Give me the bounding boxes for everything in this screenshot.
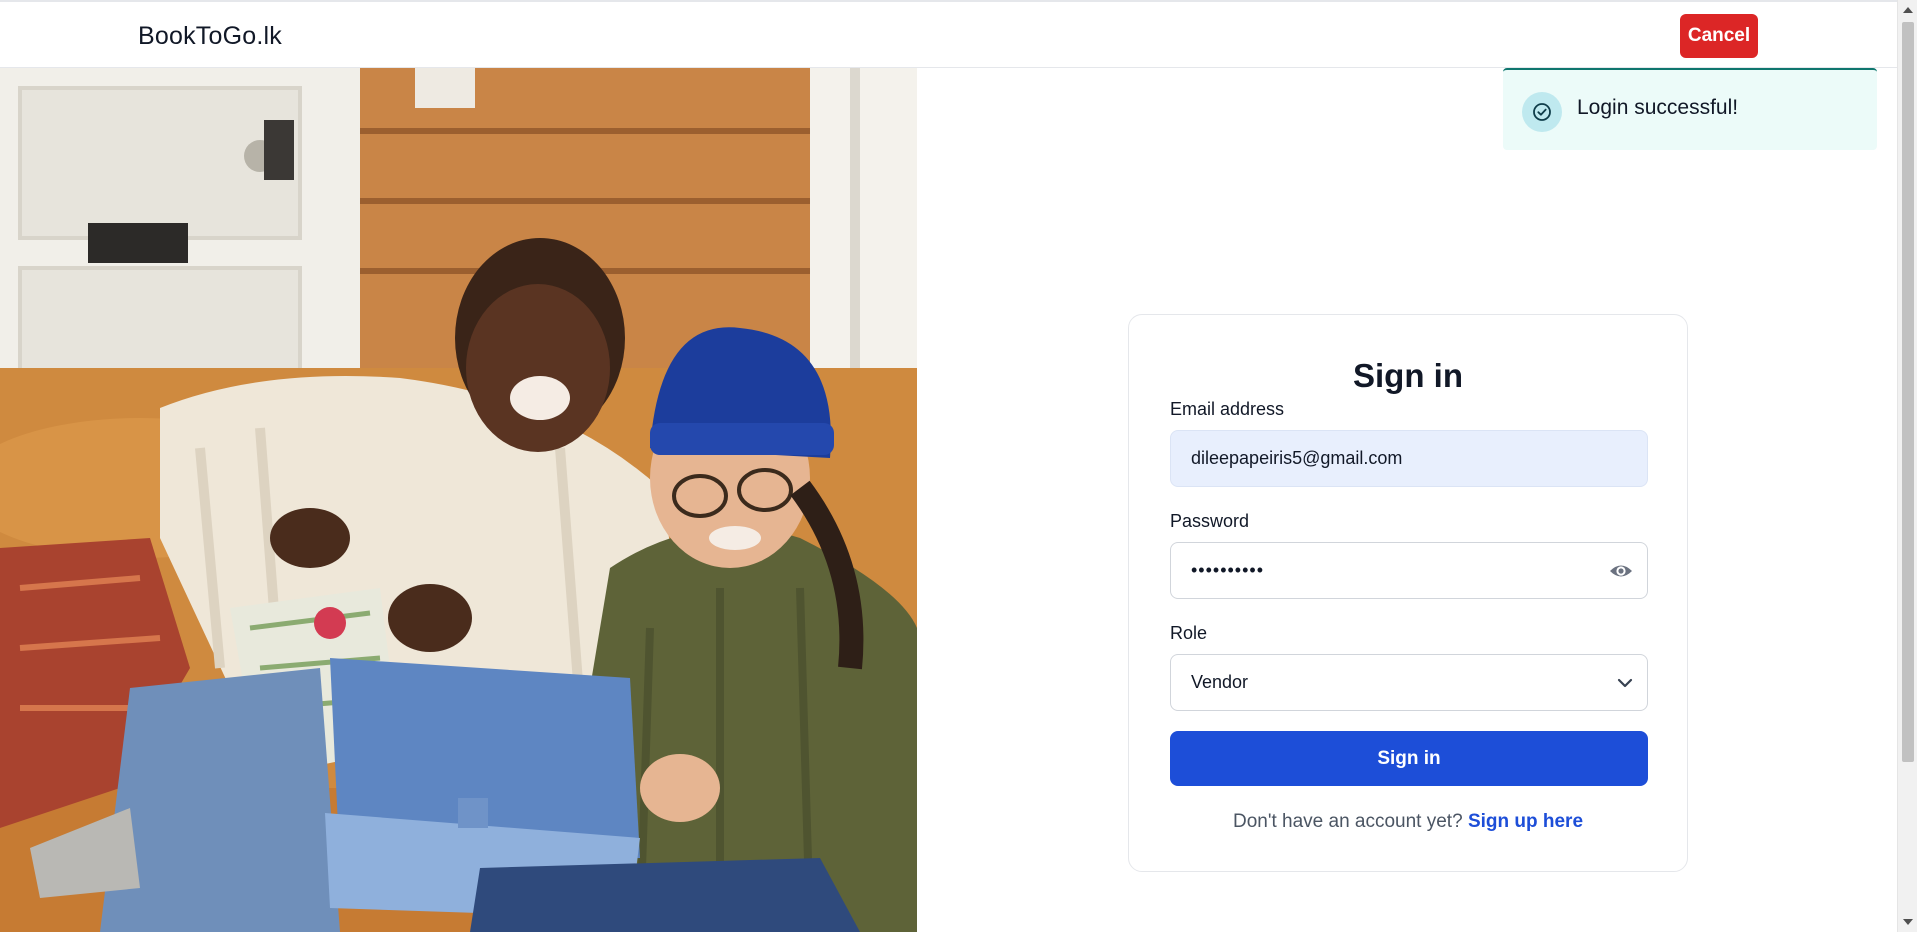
signup-prompt: Don't have an account yet? Sign up here [1129, 811, 1687, 833]
hero-photo-illustration [0, 68, 917, 932]
login-page: BookToGo.lk Cancel Login successful! Sig… [0, 0, 1917, 932]
page-scrollbar[interactable] [1897, 0, 1917, 932]
email-label: Email address [1170, 399, 1285, 419]
toast-message: Login successful! [1577, 96, 1739, 119]
signin-card: Sign in Email address Password Role Vend… [1128, 314, 1688, 872]
top-navbar: BookToGo.lk Cancel [0, 0, 1897, 68]
signin-title: Sign in [1353, 357, 1463, 394]
scroll-down-arrow-icon[interactable] [1903, 919, 1913, 925]
eye-icon[interactable] [1609, 561, 1633, 586]
scroll-up-arrow-icon[interactable] [1903, 7, 1913, 13]
cancel-button[interactable]: Cancel [1680, 14, 1758, 58]
success-toast: Login successful! [1503, 68, 1877, 150]
signin-button[interactable]: Sign in [1170, 731, 1648, 786]
role-label: Role [1170, 623, 1208, 643]
email-field-wrapper [1170, 430, 1648, 487]
password-field-wrapper [1170, 542, 1648, 599]
chevron-down-icon [1617, 676, 1633, 694]
scroll-thumb[interactable] [1902, 22, 1914, 762]
role-selected-value: Vendor [1191, 672, 1249, 692]
signup-prompt-text: Don't have an account yet? [1232, 811, 1463, 832]
signup-link[interactable]: Sign up here [1468, 811, 1583, 832]
email-input[interactable] [1171, 431, 1647, 486]
role-select[interactable]: Vendor [1170, 654, 1648, 711]
hero-photo [0, 68, 917, 932]
password-label: Password [1170, 511, 1250, 531]
brand-logo[interactable]: BookToGo.lk [138, 22, 282, 51]
password-input[interactable] [1171, 543, 1647, 598]
check-circle-icon [1522, 92, 1562, 132]
